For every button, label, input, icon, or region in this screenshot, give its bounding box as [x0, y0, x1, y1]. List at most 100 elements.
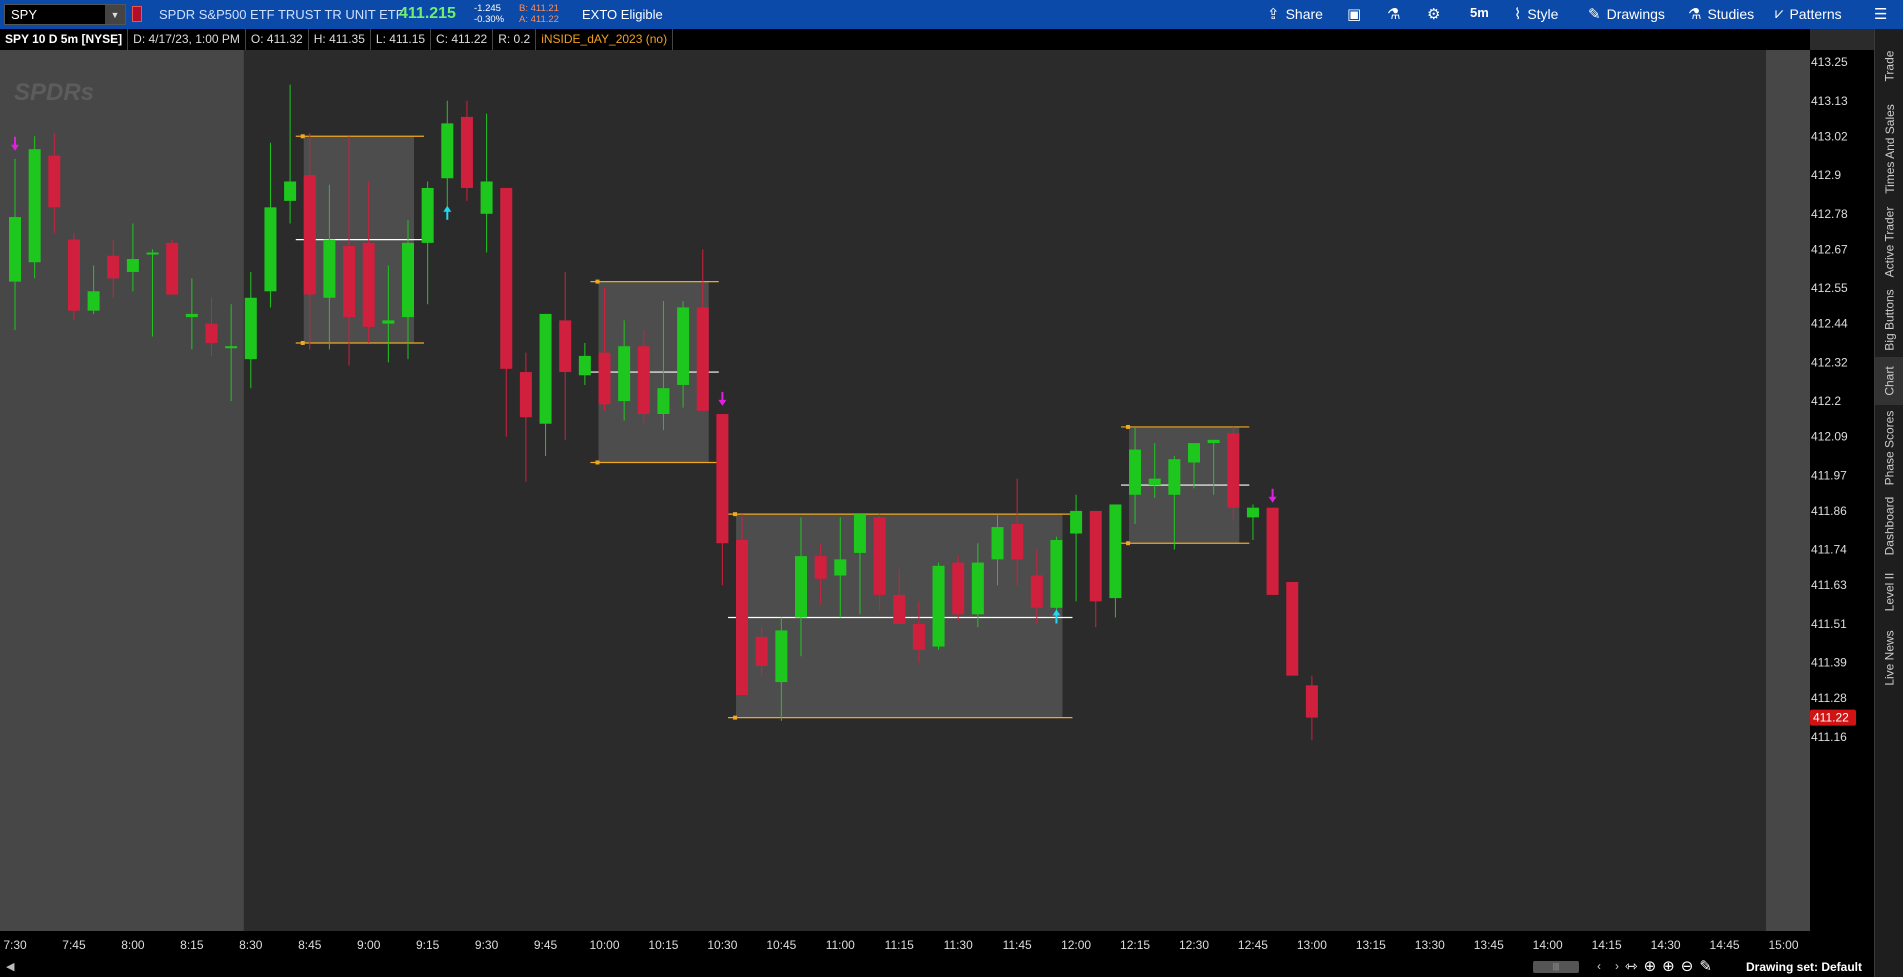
share-button[interactable]: ⇪ Share [1267, 5, 1323, 23]
candle-body [853, 514, 866, 553]
box-handle[interactable] [733, 512, 738, 517]
side-tab-dashboard[interactable]: Dashboard [1875, 491, 1903, 561]
candle[interactable] [1050, 536, 1063, 615]
time-tick-label: 15:00 [1768, 938, 1798, 952]
chart-background [0, 50, 1874, 957]
box-handle[interactable] [733, 715, 738, 720]
side-tab-label: Dashboard [1882, 496, 1897, 556]
exto-eligible: EXTO Eligible [582, 7, 663, 22]
symbol-selector[interactable]: ▼ [4, 4, 126, 25]
chart-info-bar: SPY 10 D 5m [NYSE] D: 4/17/23, 1:00 PM O… [0, 29, 1810, 50]
crosshair-icon[interactable]: ⊕ [1644, 957, 1657, 975]
candle-body [343, 246, 356, 318]
time-tick-label: 8:45 [298, 938, 322, 952]
patterns-button[interactable]: ⩗ Patterns [1775, 5, 1842, 22]
settings-button[interactable]: ⚙ [1427, 5, 1440, 23]
pan-icon[interactable]: ⇿ [1625, 957, 1638, 975]
candle[interactable] [28, 136, 41, 279]
candle-body [87, 291, 100, 311]
candle-body [1207, 439, 1220, 444]
candle[interactable] [932, 562, 945, 650]
studies-label: Studies [1707, 6, 1755, 22]
candle[interactable] [67, 233, 80, 321]
scroll-left-icon[interactable]: ◀ [6, 960, 14, 973]
side-tab-trade[interactable]: Trade [1875, 35, 1903, 97]
candle-body [795, 556, 807, 618]
symbol-link-icon[interactable] [132, 6, 142, 22]
time-tick-label: 11:30 [944, 938, 973, 952]
pencil-icon: ✎ [1588, 6, 1601, 23]
candle-body [755, 636, 768, 666]
side-tab-big-buttons[interactable]: Big Buttons [1875, 285, 1903, 355]
box-handle[interactable] [300, 134, 305, 139]
candle-body [205, 323, 218, 343]
side-tab-chart[interactable]: Chart [1875, 357, 1903, 405]
last-price: 411.215 [399, 5, 456, 22]
net-change: -1.245 -0.30% [474, 3, 504, 25]
side-tab-label: Times And Sales [1882, 104, 1897, 194]
bar-open: O: 411.32 [246, 29, 309, 50]
price-tick-label: 411.97 [1811, 468, 1847, 482]
time-tick-label: 12:15 [1120, 938, 1150, 952]
candle[interactable] [1286, 581, 1299, 676]
price-tick-label: 412.78 [1811, 207, 1848, 221]
side-tab-active-trader[interactable]: Active Trader [1875, 201, 1903, 283]
side-tab-level-ii[interactable]: Level II [1875, 563, 1903, 621]
candle[interactable] [736, 514, 749, 696]
drawings-button[interactable]: ✎ Drawings [1588, 5, 1665, 23]
box-handle[interactable] [1126, 424, 1131, 429]
net-change-value: -1.245 [474, 3, 501, 14]
side-tab-label: Active Trader [1882, 206, 1897, 278]
chevron-down-icon[interactable]: ▼ [105, 5, 125, 24]
zoom-out-icon[interactable]: ⊖ [1681, 957, 1694, 975]
afterhours-shading [1766, 50, 1810, 931]
side-tab-label: Live News [1882, 630, 1897, 686]
thinklab-button[interactable]: ⚗ [1387, 5, 1400, 23]
side-tab-phase-scores[interactable]: Phase Scores [1875, 407, 1903, 489]
candle-body [1050, 539, 1063, 608]
studies-button[interactable]: ⚗ Studies [1688, 5, 1754, 23]
study-label[interactable]: iNSIDE_dAY_2023 (no) [536, 29, 674, 50]
chart-scrollbar-thumb[interactable]: ||| [1533, 961, 1579, 973]
candle[interactable] [1227, 426, 1240, 521]
symbol-input[interactable] [5, 5, 105, 24]
candle-body [598, 352, 611, 405]
symbol-description: SPDR S&P500 ETF TRUST TR UNIT ETF [159, 7, 404, 22]
candle-body [578, 355, 591, 376]
time-tick-label: 8:30 [239, 938, 263, 952]
candle-body [67, 239, 80, 311]
bid-ask: B: 411.21 A: 411.22 [519, 3, 559, 25]
timeframe-button[interactable]: 5m [1470, 5, 1489, 20]
net-change-percent: -0.30% [474, 14, 505, 25]
pencil-icon[interactable]: ✎ [1699, 957, 1712, 975]
zoom-in-icon[interactable]: ⊕ [1662, 957, 1675, 975]
price-tick-label: 411.74 [1811, 543, 1847, 557]
time-tick-label: 13:30 [1415, 938, 1445, 952]
bar-range: R: 0.2 [493, 29, 537, 50]
candle[interactable] [166, 239, 179, 295]
candle-body [618, 346, 631, 402]
time-tick-label: 12:00 [1061, 938, 1091, 952]
side-tab-live-news[interactable]: Live News [1875, 623, 1903, 693]
chart-settings-button[interactable]: ▣ [1347, 5, 1361, 23]
style-button[interactable]: ⌇ Style [1514, 5, 1558, 23]
price-tick-label: 412.2 [1811, 394, 1841, 408]
price-chart[interactable]: SPDRs 413.25 413.13 413.02 412.9 412.78 412.6… [0, 50, 1874, 957]
candle-body [480, 181, 493, 214]
box-handle[interactable] [300, 340, 305, 345]
candle[interactable] [952, 556, 965, 621]
candle[interactable] [1266, 507, 1279, 595]
price-tick-label: 412.67 [1811, 242, 1848, 256]
drawings-label: Drawings [1606, 6, 1665, 22]
candle-body [48, 155, 61, 208]
box-handle[interactable] [595, 460, 600, 465]
candle-body [500, 187, 513, 369]
box-handle[interactable] [1126, 541, 1131, 546]
box-handle[interactable] [595, 279, 600, 284]
menu-button[interactable]: ☰ [1874, 5, 1887, 23]
candle-body [1148, 478, 1161, 486]
drawing-set-label[interactable]: Drawing set: Default [1746, 960, 1862, 974]
time-tick-label: 11:00 [826, 938, 855, 952]
side-tab-times-and-sales[interactable]: Times And Sales [1875, 99, 1903, 199]
time-tick-label: 7:45 [62, 938, 86, 952]
